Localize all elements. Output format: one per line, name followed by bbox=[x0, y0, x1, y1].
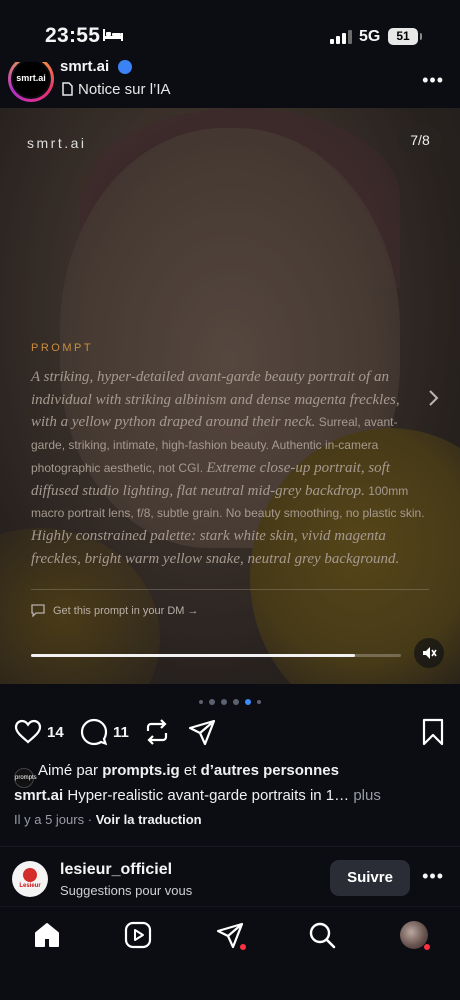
prompt-label: PROMPT bbox=[31, 342, 94, 354]
likes-count[interactable]: 14 bbox=[47, 724, 64, 741]
share-icon[interactable] bbox=[188, 718, 216, 746]
repost-icon[interactable] bbox=[143, 718, 171, 746]
slide-counter: 7/8 bbox=[398, 126, 442, 154]
mute-icon bbox=[423, 647, 437, 659]
caption-username[interactable]: smrt.ai bbox=[14, 787, 63, 804]
carousel-dot bbox=[257, 700, 261, 704]
battery-icon: 51 bbox=[388, 28, 422, 45]
status-bar: 23:55 5G 51 bbox=[0, 0, 460, 62]
post-meta: Il y a 5 jours · Voir la traduction bbox=[14, 812, 202, 827]
ai-notice-label: Notice sur l’IA bbox=[78, 81, 171, 98]
video-progress[interactable] bbox=[31, 654, 401, 657]
comment-icon[interactable] bbox=[80, 718, 108, 746]
prompt-text: A striking, hyper-detailed avant-garde b… bbox=[31, 369, 425, 567]
ai-notice-icon bbox=[62, 82, 73, 96]
liker-username[interactable]: prompts.ig bbox=[102, 762, 180, 779]
more-icon[interactable]: ••• bbox=[422, 70, 444, 91]
carousel-dot bbox=[233, 699, 239, 705]
heart-icon[interactable] bbox=[14, 718, 42, 746]
bottom-nav bbox=[0, 906, 460, 1000]
comments-count[interactable]: 11 bbox=[113, 724, 129, 741]
caption-more-link[interactable]: plus bbox=[353, 787, 381, 804]
chevron-right-icon[interactable] bbox=[426, 388, 442, 408]
ai-notice-link[interactable]: Notice sur l’IA bbox=[60, 81, 171, 98]
messages-notification-dot bbox=[240, 944, 246, 950]
liked-by[interactable]: promptsAimé par prompts.ig et d’autres p… bbox=[14, 762, 339, 788]
video-progress-fill bbox=[31, 654, 355, 657]
reels-icon[interactable] bbox=[124, 921, 152, 949]
suggestion-divider bbox=[0, 846, 460, 847]
prompt-divider bbox=[31, 589, 429, 590]
carousel-dot bbox=[221, 699, 227, 705]
account-avatar[interactable]: smrt.ai bbox=[8, 62, 54, 104]
caption[interactable]: smrt.ai Hyper-realistic avant-garde port… bbox=[14, 787, 381, 804]
profile-notification-dot bbox=[424, 944, 430, 950]
dm-icon bbox=[31, 604, 45, 618]
more-icon[interactable]: ••• bbox=[422, 866, 444, 887]
caption-text: Hyper-realistic avant-garde portraits in… bbox=[67, 787, 350, 804]
suggested-account-avatar[interactable]: Lesieur bbox=[12, 861, 48, 897]
suggested-account-subtitle: Suggestions pour vous bbox=[60, 883, 193, 898]
signal-icon bbox=[330, 30, 352, 44]
home-icon[interactable] bbox=[33, 921, 61, 949]
carousel-dot bbox=[245, 699, 251, 705]
liked-by-others[interactable]: d’autres personnes bbox=[201, 762, 339, 779]
mute-button[interactable] bbox=[414, 638, 444, 668]
suggested-account-name[interactable]: lesieur_officiel bbox=[60, 861, 172, 879]
account-name[interactable]: smrt.ai bbox=[60, 58, 109, 75]
carousel-dot bbox=[209, 699, 215, 705]
post-time: Il y a 5 jours bbox=[14, 812, 85, 827]
media-brand: smrt.ai bbox=[27, 135, 87, 151]
carousel-dot bbox=[199, 700, 203, 704]
follow-button[interactable]: Suivre bbox=[330, 860, 410, 896]
dm-link[interactable]: Get this prompt in your DM → bbox=[31, 603, 199, 618]
post-actions: 14 11 bbox=[0, 716, 460, 752]
network-label: 5G bbox=[359, 28, 381, 45]
search-icon[interactable] bbox=[308, 921, 336, 949]
verified-icon bbox=[118, 60, 132, 74]
bed-icon bbox=[103, 29, 123, 41]
carousel-dots bbox=[0, 699, 460, 705]
post-media[interactable]: smrt.ai 7/8 PROMPT A striking, hyper-det… bbox=[0, 108, 460, 684]
status-time: 23:55 bbox=[45, 24, 101, 47]
bookmark-icon[interactable] bbox=[422, 718, 444, 746]
liker-avatar: prompts bbox=[14, 768, 37, 788]
post-header: smrt.ai smrt.ai Notice sur l’IA ••• bbox=[0, 58, 460, 108]
translate-link[interactable]: Voir la traduction bbox=[96, 812, 202, 827]
